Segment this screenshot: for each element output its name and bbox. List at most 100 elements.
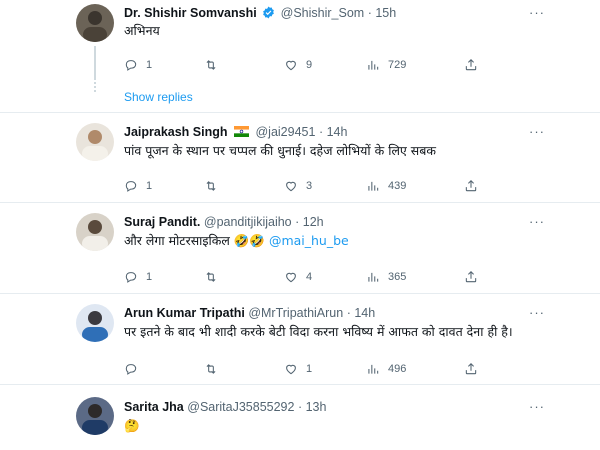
- thread-line: [94, 46, 96, 80]
- tweet-shishir[interactable]: Dr. Shishir Somvanshi @Shishir_Som · 15h…: [0, 0, 600, 112]
- retweet-button[interactable]: [204, 179, 226, 193]
- action-bar: 1 9 729: [124, 58, 484, 76]
- handle[interactable]: @SaritaJ35855292: [187, 400, 294, 414]
- display-name[interactable]: Dr. Shishir Somvanshi: [124, 6, 257, 20]
- reply-button[interactable]: 1: [124, 270, 152, 284]
- share-icon: [465, 271, 477, 283]
- avatar[interactable]: [76, 123, 114, 161]
- reply-count: 1: [146, 271, 153, 283]
- like-count: 9: [306, 59, 313, 71]
- view-count: 365: [388, 271, 407, 283]
- separator: ·: [318, 125, 324, 139]
- reply-button[interactable]: [124, 362, 146, 376]
- thread-dots: [93, 82, 97, 94]
- retweet-button[interactable]: [204, 362, 226, 376]
- tweet-text: 🤔: [124, 418, 140, 433]
- more-options-icon[interactable]: ···: [529, 124, 545, 139]
- views-chart-icon: [368, 60, 379, 70]
- share-icon: [465, 59, 477, 71]
- handle[interactable]: @jai29451: [255, 125, 315, 139]
- handle[interactable]: @Shishir_Som: [281, 6, 365, 20]
- share-icon: [465, 180, 477, 192]
- like-button[interactable]: 3: [284, 179, 312, 193]
- action-bar: 1 4 365: [124, 270, 484, 288]
- avatar[interactable]: [76, 213, 114, 251]
- reply-icon: [125, 181, 137, 192]
- views-button[interactable]: 439: [366, 179, 406, 193]
- display-name[interactable]: Sarita Jha: [124, 400, 184, 414]
- views-button[interactable]: 496: [366, 362, 406, 376]
- share-button[interactable]: [464, 179, 486, 193]
- retweet-icon: [206, 272, 216, 282]
- tweet-header: Dr. Shishir Somvanshi @Shishir_Som · 15h: [124, 5, 396, 23]
- retweet-icon: [206, 60, 216, 70]
- tweet-text: पर इतने के बाद भी शादी करके बेटी विदा कर…: [124, 324, 513, 339]
- tweet-text: अभिनय: [124, 23, 160, 38]
- tweet-header: Sarita Jha @SaritaJ35855292 · 13h: [124, 399, 326, 415]
- verified-badge-icon: [262, 6, 275, 23]
- like-count: 4: [306, 271, 313, 283]
- avatar[interactable]: [76, 304, 114, 342]
- tweet-header: Arun Kumar Tripathi @MrTripathiArun · 14…: [124, 305, 375, 321]
- display-name[interactable]: Jaiprakash Singh: [124, 125, 228, 139]
- tweet-header: Suraj Pandit. @panditjikijaiho · 12h: [124, 214, 324, 230]
- heart-icon: [286, 60, 296, 71]
- tweet-sarita[interactable]: Sarita Jha @SaritaJ35855292 · 13h ··· 🤔: [0, 385, 600, 450]
- tweet-arun[interactable]: Arun Kumar Tripathi @MrTripathiArun · 14…: [0, 294, 600, 384]
- timestamp[interactable]: 14h: [354, 306, 375, 320]
- display-name[interactable]: Suraj Pandit.: [124, 215, 200, 229]
- tweet-jaiprakash[interactable]: Jaiprakash Singh @jai29451 · 14h ··· पां…: [0, 113, 600, 202]
- more-options-icon[interactable]: ···: [529, 5, 545, 20]
- retweet-button[interactable]: [204, 270, 226, 284]
- more-options-icon[interactable]: ···: [529, 305, 545, 320]
- like-button[interactable]: 4: [284, 270, 312, 284]
- tweet-text: और लेगा मोटरसाइकिल 🤣🤣: [124, 233, 265, 248]
- tweet-text: पांव पूजन के स्थान पर चप्पल की धुनाई। दह…: [124, 143, 436, 158]
- reply-count: 1: [146, 180, 153, 192]
- like-count: 1: [306, 363, 313, 375]
- action-bar: 1 3 439: [124, 179, 484, 197]
- timestamp[interactable]: 13h: [306, 400, 327, 414]
- separator: ·: [297, 400, 303, 414]
- like-button[interactable]: 1: [284, 362, 312, 376]
- heart-icon: [286, 272, 296, 283]
- reply-button[interactable]: 1: [124, 179, 152, 193]
- india-flag-icon: [234, 125, 249, 141]
- display-name[interactable]: Arun Kumar Tripathi: [124, 306, 245, 320]
- retweet-button[interactable]: [204, 58, 226, 72]
- reply-icon: [125, 272, 137, 283]
- heart-icon: [286, 364, 296, 375]
- avatar[interactable]: [76, 397, 114, 435]
- more-options-icon[interactable]: ···: [529, 214, 545, 229]
- separator: ·: [367, 6, 372, 20]
- share-button[interactable]: [464, 362, 486, 376]
- views-chart-icon: [368, 272, 379, 282]
- reply-button[interactable]: 1: [124, 58, 152, 72]
- share-button[interactable]: [464, 270, 486, 284]
- avatar[interactable]: [76, 4, 114, 42]
- timestamp[interactable]: 14h: [327, 125, 348, 139]
- share-button[interactable]: [464, 58, 486, 72]
- share-icon: [465, 363, 477, 375]
- separator: ·: [346, 306, 351, 320]
- reply-icon: [125, 60, 137, 71]
- views-button[interactable]: 729: [366, 58, 406, 72]
- views-chart-icon: [368, 181, 379, 191]
- separator: ·: [295, 215, 300, 229]
- tweet-header: Jaiprakash Singh @jai29451 · 14h: [124, 124, 347, 141]
- tweet-suraj[interactable]: Suraj Pandit. @panditjikijaiho · 12h ···…: [0, 203, 600, 293]
- reply-icon: [125, 364, 137, 375]
- heart-icon: [286, 181, 296, 192]
- views-button[interactable]: 365: [366, 270, 406, 284]
- timestamp[interactable]: 15h: [375, 6, 396, 20]
- handle[interactable]: @panditjikijaiho: [204, 215, 292, 229]
- mention-link[interactable]: @mai_hu_be: [269, 233, 349, 248]
- like-button[interactable]: 9: [284, 58, 312, 72]
- retweet-icon: [206, 364, 216, 374]
- handle[interactable]: @MrTripathiArun: [248, 306, 343, 320]
- view-count: 729: [388, 59, 407, 71]
- retweet-icon: [206, 181, 216, 191]
- show-replies-link[interactable]: Show replies: [124, 90, 193, 104]
- more-options-icon[interactable]: ···: [529, 399, 545, 414]
- timestamp[interactable]: 12h: [303, 215, 324, 229]
